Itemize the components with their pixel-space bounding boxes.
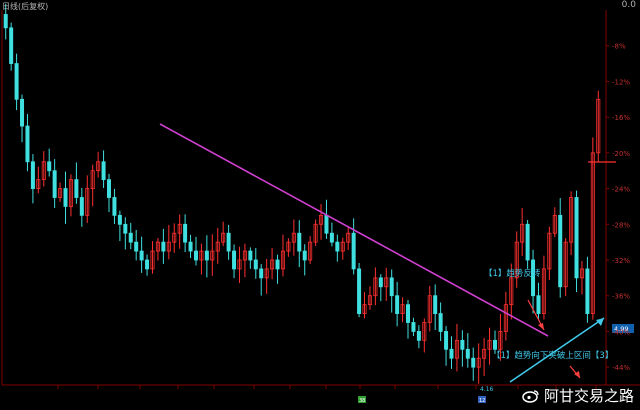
candle-body xyxy=(297,232,302,252)
y-tick-label: -32% xyxy=(612,257,630,265)
bottom-badge-label: 38 xyxy=(359,398,365,404)
candle-body xyxy=(112,197,117,216)
overlay-layer: 4.994.16【1】趋势反转【1】趋势向下突破上区间【3】38 12 xyxy=(159,123,634,404)
candle-body xyxy=(188,241,193,252)
y-tick-label: -40% xyxy=(612,328,630,336)
bottom-badge-label: 12 xyxy=(479,398,485,404)
candle-body xyxy=(63,188,68,207)
candle-body xyxy=(259,268,264,279)
y-tick-label: -8% xyxy=(612,43,626,51)
candle-body xyxy=(52,170,57,198)
candle-body xyxy=(20,98,25,127)
candle-body xyxy=(14,63,19,100)
annotation-arrowhead xyxy=(538,323,544,330)
candle-body xyxy=(585,268,590,314)
candle-body xyxy=(525,223,530,261)
candle-body xyxy=(411,322,416,332)
candle-body xyxy=(558,214,563,288)
y-tick-label: -12% xyxy=(612,78,630,86)
candle-body xyxy=(536,295,541,314)
candle-body xyxy=(232,250,237,270)
candle-body xyxy=(460,339,465,350)
chart-frame xyxy=(1,10,640,386)
candle-body xyxy=(444,331,449,350)
candle-body xyxy=(438,313,443,332)
candle-body xyxy=(3,14,8,29)
candle-body xyxy=(117,214,122,225)
candle-body xyxy=(123,223,128,234)
candle-body xyxy=(395,295,400,314)
candle-body xyxy=(329,232,334,243)
y-tick-label: -20% xyxy=(612,150,630,158)
y-tick-label: -36% xyxy=(612,293,630,301)
candle-body xyxy=(253,259,258,270)
y-tick-label: -44% xyxy=(612,364,630,372)
candle-body xyxy=(47,161,52,172)
candle-body xyxy=(9,27,14,64)
candle-body xyxy=(193,250,198,261)
candle-body xyxy=(275,259,280,270)
candle-body xyxy=(335,241,340,252)
candle-body xyxy=(389,277,394,297)
chart-title: 日线(后复权) xyxy=(2,2,49,11)
weibo-icon xyxy=(522,389,539,403)
candlestick-chart: 4.994.16【1】趋势反转【1】趋势向下突破上区间【3】38 12 -8%-1… xyxy=(1,3,640,404)
candle-body xyxy=(74,179,79,198)
candle-body xyxy=(406,304,411,323)
candle-body xyxy=(145,259,150,270)
candle-body xyxy=(357,268,362,314)
candle-body xyxy=(378,277,383,288)
candle-body xyxy=(449,348,454,359)
candle-body xyxy=(465,348,470,359)
candles-layer xyxy=(3,3,601,384)
candle-body xyxy=(351,232,356,270)
candle-body xyxy=(107,179,112,198)
candle-body xyxy=(139,250,144,261)
y-tick-label: -16% xyxy=(612,114,630,122)
annotation-text: 【1】趋势向下突破上区间【3】 xyxy=(492,350,613,361)
candle-body xyxy=(204,250,209,261)
y-axis: -8% -12% -16% -20% -24% -28% -32% -36% -40% -44% xyxy=(606,43,630,372)
candle-body xyxy=(226,232,231,252)
candle-body xyxy=(134,241,139,252)
candle-body xyxy=(492,339,497,350)
candle-body xyxy=(416,331,421,341)
candle-body xyxy=(302,250,307,261)
price-label: 4.16 xyxy=(480,386,494,393)
candle-body xyxy=(471,357,476,368)
x-axis xyxy=(57,385,597,389)
y-tick-label: -24% xyxy=(612,186,630,194)
annotation-text: 【1】趋势反转 xyxy=(484,268,541,279)
candle-body xyxy=(30,161,35,189)
candle-body xyxy=(128,232,133,243)
y-tick-label: -28% xyxy=(612,221,630,229)
candle-body xyxy=(25,125,30,163)
candle-body xyxy=(161,241,166,252)
candle-body xyxy=(248,250,253,261)
watermark-text: 阿甘交易之路 xyxy=(543,387,634,405)
candle-body xyxy=(574,197,579,279)
watermark: 阿甘交易之路 xyxy=(522,385,634,406)
candle-body xyxy=(101,161,106,181)
uptrend-line xyxy=(509,317,605,383)
candle-body xyxy=(433,295,438,314)
corner-value: 0.0 xyxy=(621,0,636,10)
candle-body xyxy=(324,214,329,234)
candle-body xyxy=(183,223,188,243)
candle-body xyxy=(79,197,84,216)
